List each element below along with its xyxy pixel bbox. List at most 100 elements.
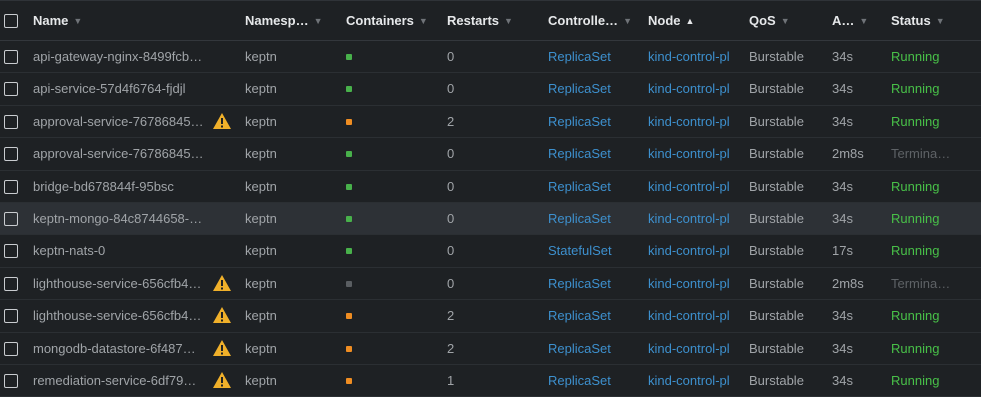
warning-icon[interactable] bbox=[212, 371, 232, 389]
pod-name[interactable]: remediation-service-6df79… bbox=[33, 365, 208, 396]
table-row[interactable]: mongodb-datastore-6f487… keptn 2 ReplicaSet… bbox=[0, 333, 981, 365]
pod-name[interactable]: lighthouse-service-656cfb4… bbox=[33, 300, 208, 331]
status-label: Running bbox=[891, 308, 940, 324]
node-link[interactable]: kind-control-pl bbox=[648, 41, 736, 72]
controller-link[interactable]: ReplicaSet bbox=[548, 41, 630, 72]
qos: Burstable bbox=[749, 243, 804, 259]
pod-name[interactable]: api-gateway-nginx-8499fcb… bbox=[33, 41, 208, 72]
node-link[interactable]: kind-control-pl bbox=[648, 171, 736, 202]
restarts: 1 bbox=[447, 372, 455, 388]
row-checkbox[interactable] bbox=[4, 211, 18, 226]
status-label: Running bbox=[891, 81, 940, 97]
pod-name[interactable]: api-service-57d4f6764-fjdjl bbox=[33, 73, 208, 104]
column-header-namespace[interactable]: Namesp… ▼ bbox=[245, 1, 323, 41]
controller-link[interactable]: ReplicaSet bbox=[548, 106, 630, 137]
column-header-restarts[interactable]: Restarts ▼ bbox=[447, 1, 513, 41]
table-row[interactable]: approval-service-76786845… keptn 2 ReplicaS… bbox=[0, 106, 981, 139]
row-checkbox[interactable] bbox=[4, 179, 18, 194]
pod-name[interactable]: approval-service-76786845… bbox=[33, 106, 208, 137]
controller-link[interactable]: ReplicaSet bbox=[548, 203, 630, 234]
pod-name[interactable]: keptn-mongo-84c8744658-… bbox=[33, 203, 208, 234]
table-row[interactable]: bridge-bd678844f-95bsc keptn 0 ReplicaSet ki… bbox=[0, 171, 981, 203]
restarts: 0 bbox=[447, 275, 455, 291]
qos: Burstable bbox=[749, 340, 804, 356]
controller-link[interactable]: ReplicaSet bbox=[548, 138, 630, 169]
pod-name[interactable]: bridge-bd678844f-95bsc bbox=[33, 171, 208, 202]
container-status-indicator bbox=[346, 54, 352, 60]
sort-icon: ▼ bbox=[623, 16, 632, 26]
table-row[interactable]: lighthouse-service-656cfb4… keptn 0 Replica… bbox=[0, 268, 981, 301]
status-label: Running bbox=[891, 243, 940, 259]
pod-name[interactable]: approval-service-76786845… bbox=[33, 138, 208, 169]
column-header-node[interactable]: Node ▲ bbox=[648, 1, 694, 41]
namespace: keptn bbox=[245, 210, 277, 226]
row-checkbox[interactable] bbox=[4, 50, 18, 64]
qos: Burstable bbox=[749, 146, 804, 162]
table-row[interactable]: api-gateway-nginx-8499fcb… keptn 0 ReplicaS… bbox=[0, 41, 981, 74]
namespace: keptn bbox=[245, 243, 277, 259]
node-link[interactable]: kind-control-pl bbox=[648, 268, 736, 299]
controller-link[interactable]: ReplicaSet bbox=[548, 333, 630, 364]
controller-link[interactable]: StatefulSet bbox=[548, 235, 630, 266]
row-checkbox[interactable] bbox=[4, 147, 18, 162]
column-header-name[interactable]: Name ▼ bbox=[33, 1, 82, 41]
pods-table: Name ▼ Namesp… ▼ Containers ▼ Restarts ▼ Con… bbox=[0, 0, 981, 397]
controller-link[interactable]: ReplicaSet bbox=[548, 268, 630, 299]
column-header-containers[interactable]: Containers ▼ bbox=[346, 1, 428, 41]
row-checkbox[interactable] bbox=[4, 82, 18, 97]
node-link[interactable]: kind-control-pl bbox=[648, 235, 736, 266]
controller-link[interactable]: ReplicaSet bbox=[548, 171, 630, 202]
column-header-qos[interactable]: QoS ▼ bbox=[749, 1, 790, 41]
age: 2m8s bbox=[832, 146, 864, 162]
warning-icon[interactable] bbox=[212, 112, 232, 130]
sort-asc-icon: ▲ bbox=[685, 16, 695, 26]
node-link[interactable]: kind-control-pl bbox=[648, 300, 736, 331]
row-checkbox[interactable] bbox=[4, 341, 18, 356]
restarts: 0 bbox=[447, 178, 455, 194]
table-row[interactable]: api-service-57d4f6764-fjdjl keptn 0 Replica… bbox=[0, 73, 981, 106]
warning-icon[interactable] bbox=[212, 306, 232, 324]
controller-link[interactable]: ReplicaSet bbox=[548, 73, 630, 104]
select-all-checkbox[interactable] bbox=[4, 14, 18, 28]
node-link[interactable]: kind-control-pl bbox=[648, 203, 736, 234]
age: 34s bbox=[832, 49, 853, 64]
controller-link[interactable]: ReplicaSet bbox=[548, 365, 630, 396]
namespace: keptn bbox=[245, 372, 277, 388]
node-link[interactable]: kind-control-pl bbox=[648, 73, 736, 104]
column-header-status[interactable]: Status ▼ bbox=[891, 1, 945, 41]
table-row[interactable]: keptn-nats-0 keptn 0 StatefulSet kind-contro… bbox=[0, 235, 981, 268]
table-row[interactable]: approval-service-76786845… keptn 0 ReplicaS… bbox=[0, 138, 981, 171]
warning-icon[interactable] bbox=[212, 339, 232, 357]
column-header-age[interactable]: A… ▼ bbox=[832, 1, 868, 41]
row-checkbox[interactable] bbox=[4, 114, 18, 129]
restarts: 2 bbox=[447, 113, 455, 129]
age: 34s bbox=[832, 210, 853, 226]
column-header-controller[interactable]: Controlle… ▼ bbox=[548, 1, 632, 41]
table-row[interactable]: keptn-mongo-84c8744658-… keptn 0 ReplicaSet… bbox=[0, 202, 981, 236]
row-checkbox[interactable] bbox=[4, 309, 18, 324]
warning-icon[interactable] bbox=[212, 274, 232, 292]
node-link[interactable]: kind-control-pl bbox=[648, 138, 736, 169]
restarts: 2 bbox=[447, 308, 455, 324]
sort-icon: ▼ bbox=[504, 16, 513, 26]
pod-name[interactable]: keptn-nats-0 bbox=[33, 235, 208, 266]
pod-name[interactable]: lighthouse-service-656cfb4… bbox=[33, 268, 208, 299]
row-checkbox[interactable] bbox=[4, 244, 18, 259]
controller-link[interactable]: ReplicaSet bbox=[548, 300, 630, 331]
qos: Burstable bbox=[749, 210, 804, 226]
status-label: Running bbox=[891, 113, 940, 129]
status-label: Running bbox=[891, 49, 940, 64]
pod-name[interactable]: mongodb-datastore-6f487… bbox=[33, 333, 208, 364]
node-link[interactable]: kind-control-pl bbox=[648, 333, 736, 364]
node-link[interactable]: kind-control-pl bbox=[648, 106, 736, 137]
namespace: keptn bbox=[245, 308, 277, 324]
row-checkbox[interactable] bbox=[4, 373, 18, 388]
qos: Burstable bbox=[749, 372, 804, 388]
namespace: keptn bbox=[245, 146, 277, 162]
row-checkbox[interactable] bbox=[4, 276, 18, 291]
node-link[interactable]: kind-control-pl bbox=[648, 365, 736, 396]
table-row[interactable]: remediation-service-6df79… keptn 1 ReplicaS… bbox=[0, 365, 981, 397]
table-row[interactable]: lighthouse-service-656cfb4… keptn 2 Replica… bbox=[0, 300, 981, 333]
qos: Burstable bbox=[749, 113, 804, 129]
qos: Burstable bbox=[749, 81, 804, 97]
